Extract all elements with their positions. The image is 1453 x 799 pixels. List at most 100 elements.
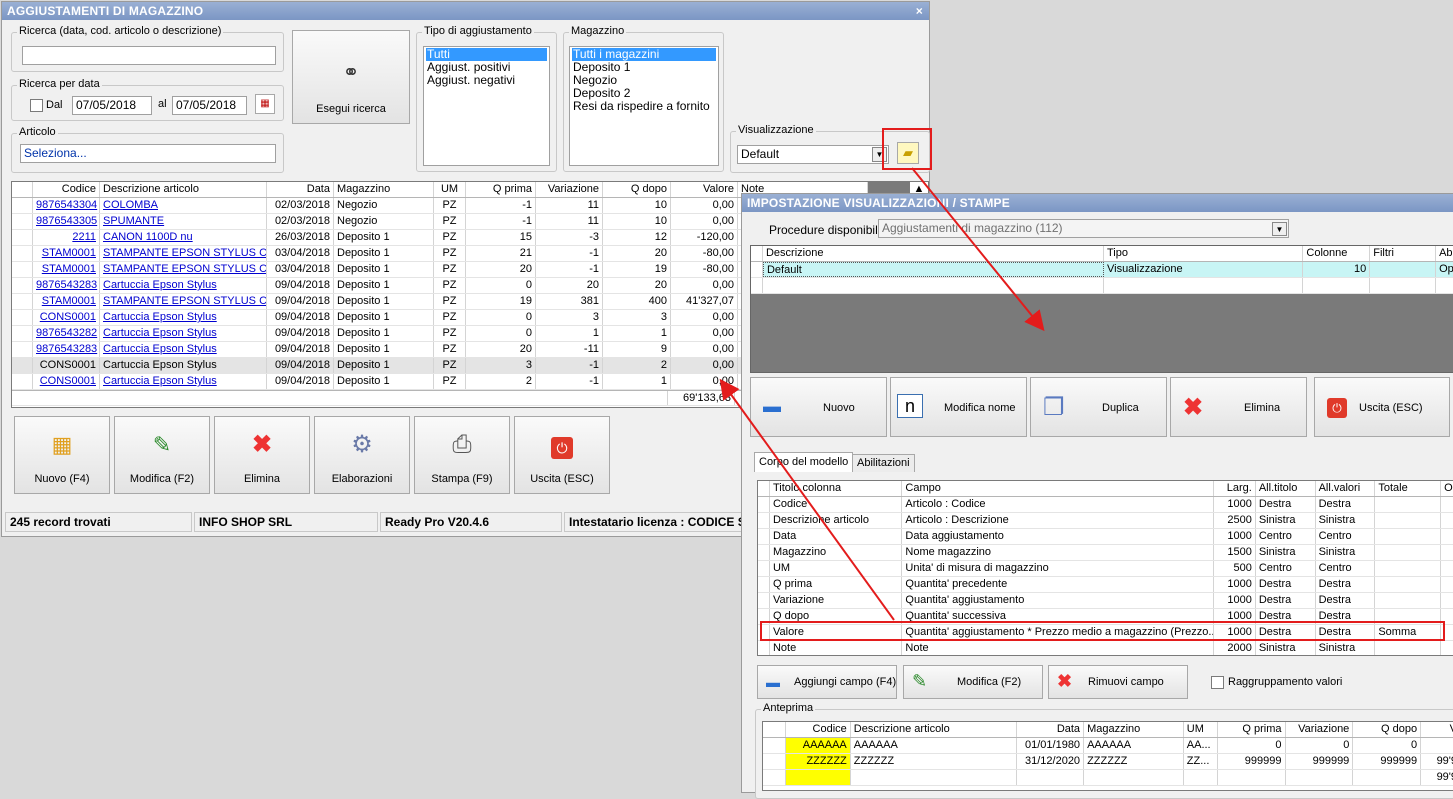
date-to-input[interactable]: 07/05/2018 xyxy=(172,96,247,115)
table-cell: 9 xyxy=(603,342,671,357)
col-header[interactable]: Q dopo xyxy=(603,182,671,197)
field-row[interactable]: Variazione Quantita' aggiustamento 1000 Des… xyxy=(758,593,1453,609)
preview-grid[interactable]: Codice Descrizione articolo Data Magazzi… xyxy=(762,721,1453,791)
search-input[interactable] xyxy=(22,46,276,65)
fields-grid-header: Titolo colonna Campo Larg. All.titolo Al… xyxy=(758,481,1453,497)
col-header[interactable]: Colonne xyxy=(1303,246,1371,261)
dialog-modifica-button[interactable]: n Modifica nome xyxy=(890,377,1027,437)
field-row[interactable]: Q prima Quantita' precedente 1000 Destra Des… xyxy=(758,577,1453,593)
articolo-input[interactable]: Seleziona... xyxy=(20,144,276,163)
field-row[interactable]: UM Unita' di misura di magazzino 500 Centro… xyxy=(758,561,1453,577)
table-cell[interactable]: 9876543304 xyxy=(33,198,100,213)
dialog-uscita-button[interactable]: ⏻ Uscita (ESC) xyxy=(1314,377,1450,437)
raggruppamento-checkbox[interactable] xyxy=(1211,676,1224,689)
magazzino-item[interactable]: Negozio xyxy=(572,74,716,87)
col-header[interactable]: Descrizione xyxy=(763,246,1104,261)
visual-select[interactable]: Default xyxy=(737,145,889,164)
table-cell[interactable]: 9876543305 xyxy=(33,214,100,229)
uscita-button[interactable]: ⏻ Uscita (ESC) xyxy=(514,416,610,494)
elimina-button[interactable]: ✖ Elimina xyxy=(214,416,310,494)
tab-corpo[interactable]: Corpo del modello xyxy=(754,452,854,472)
table-cell[interactable]: 2211 xyxy=(33,230,100,245)
dal-checkbox[interactable] xyxy=(30,99,43,112)
table-cell[interactable]: 9876543282 xyxy=(33,326,100,341)
magazzino-item[interactable]: Deposito 1 xyxy=(572,61,716,74)
field-row[interactable]: Descrizione articolo Articolo : Descrizio… xyxy=(758,513,1453,529)
col-header[interactable]: Filtri xyxy=(1370,246,1437,261)
elaborazioni-button[interactable]: ⚙ Elaborazioni xyxy=(314,416,410,494)
table-cell[interactable]: CONS0001 xyxy=(33,358,100,373)
table-cell: 0,00 xyxy=(671,326,738,341)
col-header[interactable]: Campo xyxy=(902,481,1214,496)
table-cell[interactable]: STAMPANTE EPSON STYLUS C... xyxy=(100,262,267,277)
status-company: INFO SHOP SRL xyxy=(194,512,378,532)
table-cell[interactable]: CONS0001 xyxy=(33,310,100,325)
col-header[interactable]: Codice xyxy=(33,182,100,197)
search-button[interactable]: ⚭ Esegui ricerca xyxy=(292,30,410,124)
dialog-nuovo-button[interactable]: ▬ Nuovo xyxy=(750,377,887,437)
col-header[interactable]: All.valori xyxy=(1316,481,1376,496)
col-header[interactable]: Larg. xyxy=(1214,481,1256,496)
table-cell[interactable]: STAMPANTE EPSON STYLUS C... xyxy=(100,246,267,261)
aggiungi-campo-button[interactable]: ▬ Aggiungi campo (F4) xyxy=(757,665,897,699)
table-cell[interactable]: Cartuccia Epson Stylus xyxy=(100,278,267,293)
table-cell[interactable]: 9876543283 xyxy=(33,278,100,293)
table-cell[interactable]: STAM0001 xyxy=(33,246,100,261)
col-header[interactable]: Magazzino xyxy=(334,182,434,197)
model-desc[interactable]: Default xyxy=(762,262,1104,277)
models-grid[interactable]: Descrizione Tipo Colonne Filtri Ab Defau… xyxy=(750,245,1453,373)
date-from-input[interactable]: 07/05/2018 xyxy=(72,96,152,115)
table-cell[interactable]: Cartuccia Epson Stylus xyxy=(100,326,267,341)
proc-select[interactable]: Aggiustamenti di magazzino (112) xyxy=(878,219,1289,238)
magazzino-item[interactable]: Deposito 2 xyxy=(572,87,716,100)
magazzino-item[interactable]: Resi da rispedire a fornito xyxy=(572,100,716,113)
close-icon[interactable]: × xyxy=(916,2,923,20)
calendar-icon[interactable]: ▦ xyxy=(255,94,275,114)
col-header[interactable]: Descrizione articolo xyxy=(100,182,267,197)
dialog-elimina-button[interactable]: ✖ Elimina xyxy=(1170,377,1307,437)
tipo-list[interactable]: Tutti Aggiust. positivi Aggiust. negativ… xyxy=(423,46,550,166)
col-header[interactable]: Variazione xyxy=(536,182,603,197)
modifica-campo-button[interactable]: ✎ Modifica (F2) xyxy=(903,665,1043,699)
table-cell[interactable]: 9876543283 xyxy=(33,342,100,357)
field-row[interactable]: Data Data aggiustamento 1000 Centro Centro xyxy=(758,529,1453,545)
table-cell[interactable]: Cartuccia Epson Stylus xyxy=(100,342,267,357)
table-cell[interactable]: COLOMBA xyxy=(100,198,267,213)
chevron-down-icon[interactable]: ▼ xyxy=(1272,222,1287,236)
tipo-item[interactable]: Tutti xyxy=(426,48,547,61)
col-header[interactable]: Titolo colonna xyxy=(770,481,903,496)
col-header[interactable]: Ab xyxy=(1436,246,1453,261)
col-header[interactable]: Tipo xyxy=(1104,246,1304,261)
field-row[interactable]: Magazzino Nome magazzino 1500 Sinistra Sinis… xyxy=(758,545,1453,561)
tab-abilitazioni[interactable]: Abilitazioni xyxy=(852,454,915,472)
col-header[interactable]: Data xyxy=(267,182,334,197)
stampa-button[interactable]: ⎙ Stampa (F9) xyxy=(414,416,510,494)
tipo-item[interactable]: Aggiust. positivi xyxy=(426,61,547,74)
magazzino-item[interactable]: Tutti i magazzini xyxy=(572,48,716,61)
col-header[interactable]: All.titolo xyxy=(1256,481,1316,496)
table-cell: 09/04/2018 xyxy=(267,326,334,341)
table-cell[interactable]: Cartuccia Epson Stylus xyxy=(100,374,267,389)
field-row[interactable]: Note Note 2000 Sinistra Sinistra xyxy=(758,641,1453,655)
nuovo-button[interactable]: ▦ Nuovo (F4) xyxy=(14,416,110,494)
modifica-button[interactable]: ✎ Modifica (F2) xyxy=(114,416,210,494)
col-header[interactable]: Valore xyxy=(671,182,738,197)
magazzino-list[interactable]: Tutti i magazzini Deposito 1 Negozio Dep… xyxy=(569,46,719,166)
table-cell[interactable]: CANON 1100D nu xyxy=(100,230,267,245)
tipo-item[interactable]: Aggiust. negativi xyxy=(426,74,547,87)
table-cell[interactable]: Cartuccia Epson Stylus xyxy=(100,310,267,325)
rimuovi-campo-button[interactable]: ✖ Rimuovi campo xyxy=(1048,665,1188,699)
table-cell[interactable]: STAM0001 xyxy=(33,294,100,309)
col-header[interactable]: Q prima xyxy=(466,182,536,197)
col-header[interactable]: Totale xyxy=(1375,481,1442,496)
col-header[interactable]: O xyxy=(1441,481,1453,496)
table-cell[interactable]: CONS0001 xyxy=(33,374,100,389)
dialog-duplica-button[interactable]: ❐ Duplica xyxy=(1030,377,1167,437)
table-cell[interactable]: Cartuccia Epson Stylus xyxy=(100,358,267,373)
table-cell[interactable]: STAMPANTE EPSON STYLUS C... xyxy=(100,294,267,309)
col-header[interactable]: UM xyxy=(434,182,466,197)
table-cell[interactable]: SPUMANTE xyxy=(100,214,267,229)
model-row[interactable]: Default Visualizzazione 10 Op xyxy=(751,262,1453,278)
table-cell[interactable]: STAM0001 xyxy=(33,262,100,277)
field-row[interactable]: Codice Articolo : Codice 1000 Destra Destra xyxy=(758,497,1453,513)
